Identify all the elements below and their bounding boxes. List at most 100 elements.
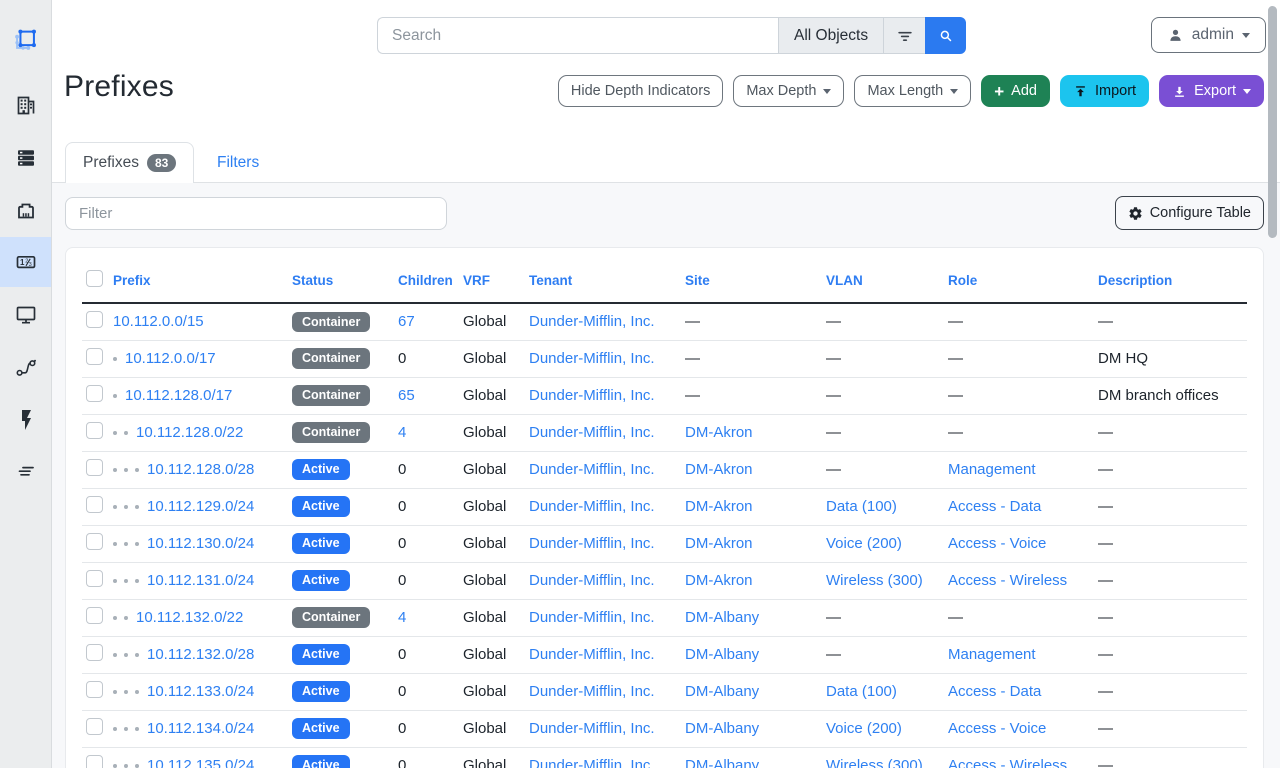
sidebar-item-ipam[interactable]: 1 2 3 bbox=[0, 237, 51, 287]
role-link[interactable]: Access - Wireless bbox=[948, 572, 1067, 589]
search-input[interactable] bbox=[377, 17, 778, 54]
column-header-description[interactable]: Description bbox=[1098, 273, 1172, 288]
tenant-link[interactable]: Dunder-Mifflin, Inc. bbox=[529, 535, 655, 552]
prefix-link[interactable]: 10.112.128.0/17 bbox=[125, 387, 232, 404]
prefix-link[interactable]: 10.112.134.0/24 bbox=[147, 720, 254, 737]
sidebar-item-connections[interactable] bbox=[0, 186, 51, 236]
role-link[interactable]: Access - Data bbox=[948, 498, 1041, 515]
row-checkbox[interactable] bbox=[86, 681, 103, 698]
sidebar-item-customization[interactable] bbox=[0, 446, 51, 496]
scrollbar-thumb[interactable] bbox=[1268, 6, 1277, 238]
site-link[interactable]: DM-Albany bbox=[685, 757, 759, 768]
role-link[interactable]: Access - Voice bbox=[948, 720, 1046, 737]
column-header-role[interactable]: Role bbox=[948, 273, 977, 288]
search-filter-button[interactable] bbox=[883, 17, 925, 54]
prefix-link[interactable]: 10.112.135.0/24 bbox=[147, 757, 254, 768]
site-link[interactable]: DM-Albany bbox=[685, 683, 759, 700]
add-button[interactable]: + Add bbox=[981, 75, 1050, 107]
tenant-link[interactable]: Dunder-Mifflin, Inc. bbox=[529, 609, 655, 626]
prefix-link[interactable]: 10.112.132.0/22 bbox=[136, 609, 243, 626]
tab-prefixes[interactable]: Prefixes 83 bbox=[65, 142, 194, 183]
vlan-link[interactable]: Wireless (300) bbox=[826, 572, 923, 589]
role-link[interactable]: Management bbox=[948, 646, 1036, 663]
sidebar-item-organization[interactable] bbox=[0, 80, 51, 130]
role-link[interactable]: Access - Voice bbox=[948, 535, 1046, 552]
tenant-link[interactable]: Dunder-Mifflin, Inc. bbox=[529, 683, 655, 700]
tenant-link[interactable]: Dunder-Mifflin, Inc. bbox=[529, 424, 655, 441]
tenant-link[interactable]: Dunder-Mifflin, Inc. bbox=[529, 572, 655, 589]
children-count-link[interactable]: 4 bbox=[398, 424, 406, 441]
vlan-link[interactable]: Data (100) bbox=[826, 683, 897, 700]
role-link[interactable]: Access - Data bbox=[948, 683, 1041, 700]
row-checkbox[interactable] bbox=[86, 496, 103, 513]
site-link[interactable]: DM-Albany bbox=[685, 609, 759, 626]
configure-table-button[interactable]: Configure Table bbox=[1115, 196, 1264, 230]
row-checkbox[interactable] bbox=[86, 533, 103, 550]
sidebar-item-power[interactable] bbox=[0, 395, 51, 445]
sidebar-item-circuits[interactable] bbox=[0, 343, 51, 393]
vlan-link[interactable]: Wireless (300) bbox=[826, 757, 923, 768]
row-checkbox[interactable] bbox=[86, 311, 103, 328]
children-count-link[interactable]: 4 bbox=[398, 609, 406, 626]
column-header-prefix[interactable]: Prefix bbox=[113, 273, 151, 288]
prefix-link[interactable]: 10.112.128.0/28 bbox=[147, 461, 254, 478]
row-checkbox[interactable] bbox=[86, 644, 103, 661]
site-link[interactable]: DM-Akron bbox=[685, 535, 753, 552]
tenant-link[interactable]: Dunder-Mifflin, Inc. bbox=[529, 646, 655, 663]
tenant-link[interactable]: Dunder-Mifflin, Inc. bbox=[529, 461, 655, 478]
tenant-link[interactable]: Dunder-Mifflin, Inc. bbox=[529, 757, 655, 768]
row-checkbox[interactable] bbox=[86, 348, 103, 365]
column-header-children[interactable]: Children bbox=[398, 273, 453, 288]
tab-filters[interactable]: Filters bbox=[200, 142, 276, 183]
site-link[interactable]: DM-Akron bbox=[685, 424, 753, 441]
max-depth-dropdown[interactable]: Max Depth bbox=[733, 75, 844, 107]
user-menu-button[interactable]: admin bbox=[1151, 17, 1266, 53]
site-link[interactable]: DM-Albany bbox=[685, 720, 759, 737]
vlan-link[interactable]: Voice (200) bbox=[826, 535, 902, 552]
site-link[interactable]: DM-Akron bbox=[685, 498, 753, 515]
row-checkbox[interactable] bbox=[86, 385, 103, 402]
column-header-tenant[interactable]: Tenant bbox=[529, 273, 572, 288]
prefix-link[interactable]: 10.112.0.0/17 bbox=[125, 350, 216, 367]
row-checkbox[interactable] bbox=[86, 422, 103, 439]
row-checkbox[interactable] bbox=[86, 607, 103, 624]
role-link[interactable]: Management bbox=[948, 461, 1036, 478]
prefix-link[interactable]: 10.112.133.0/24 bbox=[147, 683, 254, 700]
import-button[interactable]: Import bbox=[1060, 75, 1149, 107]
column-header-vlan[interactable]: VLAN bbox=[826, 273, 863, 288]
row-checkbox[interactable] bbox=[86, 570, 103, 587]
hide-depth-indicators-button[interactable]: Hide Depth Indicators bbox=[558, 75, 723, 107]
row-checkbox[interactable] bbox=[86, 755, 103, 768]
max-length-dropdown[interactable]: Max Length bbox=[854, 75, 971, 107]
tenant-link[interactable]: Dunder-Mifflin, Inc. bbox=[529, 387, 655, 404]
tenant-link[interactable]: Dunder-Mifflin, Inc. bbox=[529, 313, 655, 330]
row-checkbox[interactable] bbox=[86, 459, 103, 476]
column-header-vrf[interactable]: VRF bbox=[463, 273, 490, 288]
table-filter-input[interactable] bbox=[65, 197, 447, 230]
column-header-status[interactable]: Status bbox=[292, 273, 333, 288]
export-button[interactable]: Export bbox=[1159, 75, 1264, 107]
site-link[interactable]: DM-Akron bbox=[685, 572, 753, 589]
site-link[interactable]: DM-Akron bbox=[685, 461, 753, 478]
tenant-link[interactable]: Dunder-Mifflin, Inc. bbox=[529, 350, 655, 367]
prefix-link[interactable]: 10.112.130.0/24 bbox=[147, 535, 254, 552]
tenant-link[interactable]: Dunder-Mifflin, Inc. bbox=[529, 720, 655, 737]
prefix-link[interactable]: 10.112.131.0/24 bbox=[147, 572, 254, 589]
prefix-link[interactable]: 10.112.132.0/28 bbox=[147, 646, 254, 663]
search-submit-button[interactable] bbox=[925, 17, 966, 54]
netbox-logo[interactable] bbox=[0, 14, 51, 64]
prefix-link[interactable]: 10.112.129.0/24 bbox=[147, 498, 254, 515]
sidebar-item-devices[interactable] bbox=[0, 133, 51, 183]
children-count-link[interactable]: 65 bbox=[398, 387, 415, 404]
role-link[interactable]: Access - Wireless bbox=[948, 757, 1067, 768]
site-link[interactable]: DM-Albany bbox=[685, 646, 759, 663]
search-scope-button[interactable]: All Objects bbox=[778, 17, 883, 54]
sidebar-item-virtualization[interactable] bbox=[0, 290, 51, 340]
prefix-link[interactable]: 10.112.0.0/15 bbox=[113, 313, 204, 330]
column-header-site[interactable]: Site bbox=[685, 273, 710, 288]
select-all-checkbox[interactable] bbox=[86, 270, 103, 287]
vlan-link[interactable]: Data (100) bbox=[826, 498, 897, 515]
children-count-link[interactable]: 67 bbox=[398, 313, 415, 330]
vlan-link[interactable]: Voice (200) bbox=[826, 720, 902, 737]
row-checkbox[interactable] bbox=[86, 718, 103, 735]
